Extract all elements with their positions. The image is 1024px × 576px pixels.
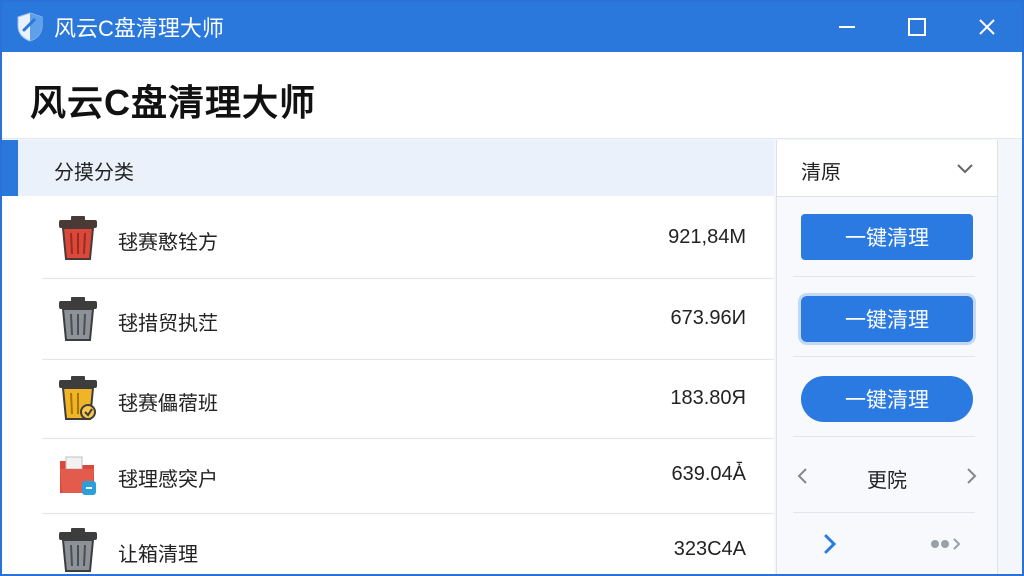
list-item[interactable]: 毬理感突户 639.04Ǡ <box>42 439 774 514</box>
trash-yellow-icon <box>59 376 97 420</box>
divider <box>793 512 975 513</box>
category-label: 分摸分类 <box>54 162 134 184</box>
item-size: 673.96И <box>670 307 746 329</box>
item-size: 921,84M <box>668 226 746 248</box>
one-click-clean-button[interactable]: 一键清理 <box>801 214 973 260</box>
item-size: 183.80Я <box>670 387 746 409</box>
item-label: 毬赛憨铨方 <box>118 232 218 254</box>
item-label: 毬赛儡蓿班 <box>118 393 218 415</box>
dropdown-label: 清原 <box>801 162 841 184</box>
app-window: 风云C盘清理大师 风云C盘清理大师 分摸分类 毬赛憨铨方 921,84M 毬措贸… <box>0 0 1024 576</box>
trash-gray-icon <box>59 528 97 572</box>
shield-logo-icon <box>17 12 43 42</box>
close-button[interactable] <box>952 2 1022 52</box>
item-size: 323C4A <box>673 538 746 560</box>
window-title: 风云C盘清理大师 <box>54 16 224 41</box>
item-label: 毬理感突户 <box>118 469 218 491</box>
maximize-icon <box>908 18 926 36</box>
more-icon[interactable] <box>929 536 963 552</box>
chevron-right-blue-icon[interactable] <box>821 532 839 556</box>
page-title: 风云C盘清理大师 <box>30 82 316 123</box>
minimize-icon <box>839 26 855 28</box>
folder-red-icon <box>60 456 96 495</box>
close-icon <box>979 19 995 35</box>
trash-gray-icon <box>59 297 97 341</box>
item-size: 639.04Ǡ <box>671 463 746 485</box>
maximize-button[interactable] <box>882 2 952 52</box>
item-label: 毬措贸执茳 <box>118 313 218 335</box>
category-header: 分摸分类 <box>2 140 774 196</box>
filter-dropdown[interactable]: 清原 <box>777 140 997 197</box>
list-item[interactable]: 毬措贸执茳 673.96И <box>42 279 774 360</box>
divider <box>793 436 975 437</box>
one-click-clean-button[interactable]: 一键清理 <box>801 376 973 422</box>
window-controls <box>812 2 1022 52</box>
divider <box>793 276 975 277</box>
list-item[interactable]: 毬赛憨铨方 921,84M <box>42 198 774 279</box>
trash-red-icon <box>59 216 97 260</box>
pager: 更院 <box>777 456 997 496</box>
actions-panel: 清原 一键清理 一键清理 一键清理 更院 <box>776 140 998 574</box>
app-header: 风云C盘清理大师 <box>2 52 1022 139</box>
category-list-panel: 分摸分类 毬赛憨铨方 921,84M 毬措贸执茳 673.96И 毬赛儡蓿班 1… <box>2 140 774 574</box>
category-accent-bar <box>2 140 18 196</box>
list-item[interactable]: 让箱清理 323C4A <box>42 514 774 574</box>
list-item[interactable]: 毬赛儡蓿班 183.80Я <box>42 360 774 439</box>
chevron-right-icon[interactable] <box>963 466 979 486</box>
cleanup-items-list: 毬赛憨铨方 921,84M 毬措贸执茳 673.96И 毬赛儡蓿班 183.80… <box>42 198 774 574</box>
item-label: 让箱清理 <box>118 544 198 566</box>
one-click-clean-button[interactable]: 一键清理 <box>801 296 973 342</box>
bottom-nav <box>777 530 997 560</box>
minimize-button[interactable] <box>812 2 882 52</box>
title-bar: 风云C盘清理大师 <box>2 2 1022 52</box>
divider <box>793 356 975 357</box>
chevron-down-icon <box>957 164 973 174</box>
